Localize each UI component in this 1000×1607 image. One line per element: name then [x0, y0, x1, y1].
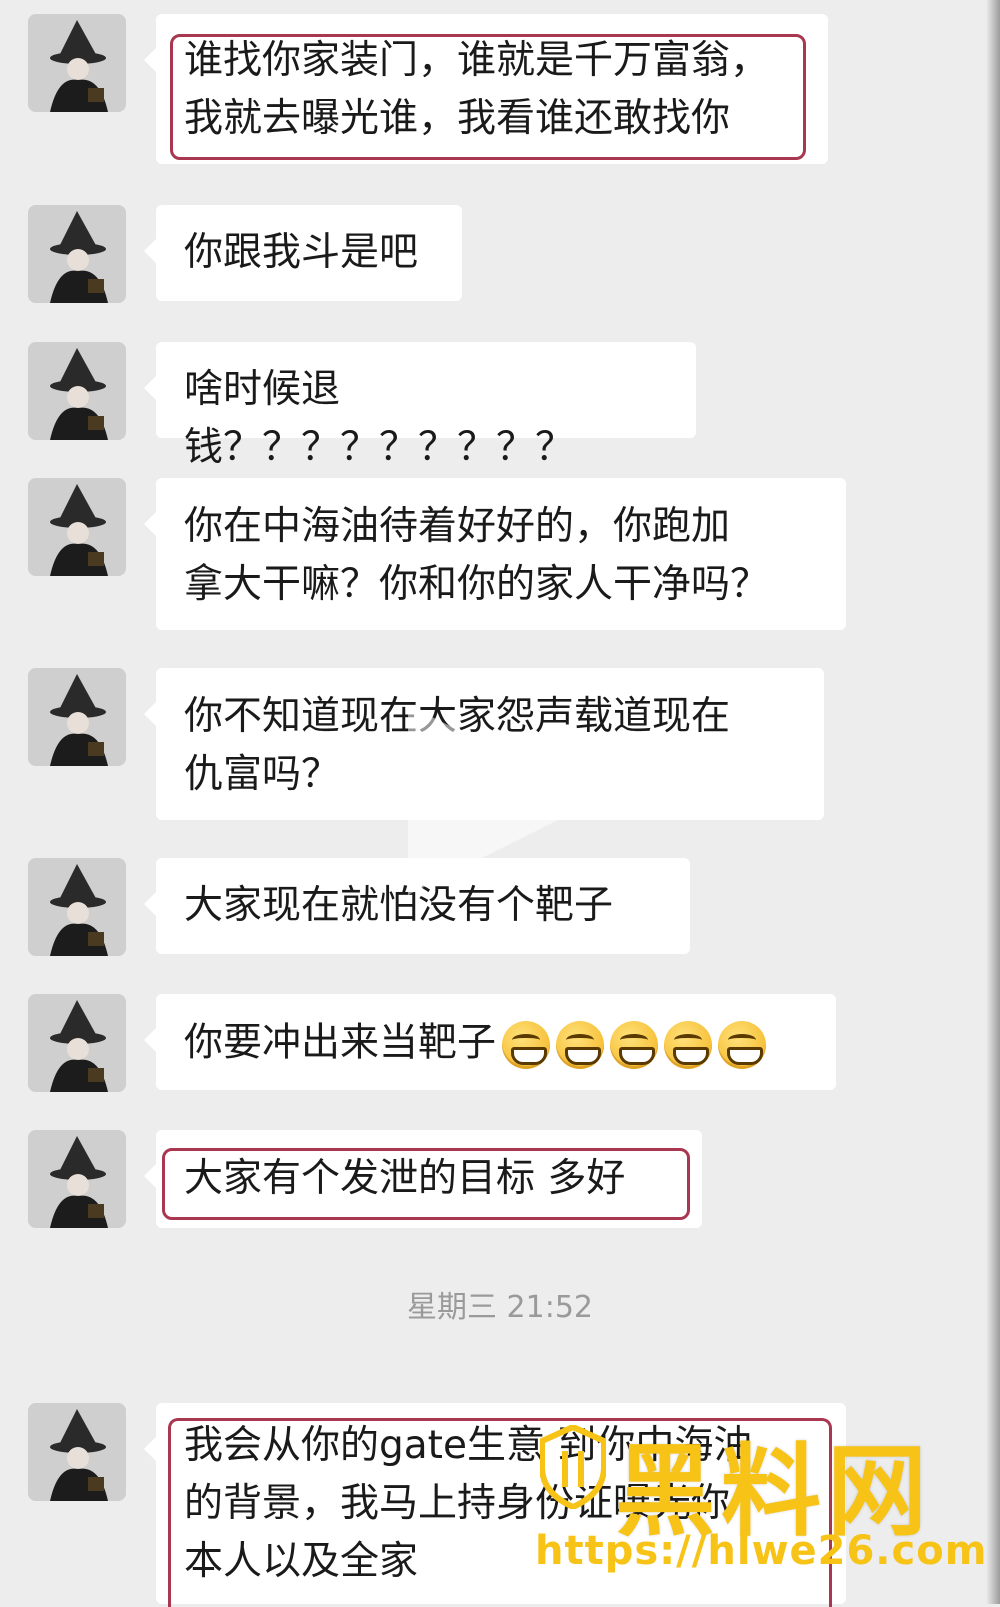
emoji-group: [502, 1015, 772, 1073]
witch-avatar-icon: [28, 1403, 126, 1501]
witch-avatar-icon: [28, 994, 126, 1092]
avatar[interactable]: [28, 858, 126, 956]
message-line: 你要冲出来当靶子: [184, 1020, 497, 1066]
grinning-face-icon: [502, 1021, 551, 1069]
message-bubble[interactable]: 你跟我斗是吧: [144, 205, 462, 301]
message-line: 你在中海油待着好好的，你跑加: [184, 504, 731, 549]
grinning-face-icon: [664, 1021, 713, 1069]
witch-avatar-icon: [28, 342, 126, 440]
edge-shadow: [986, 0, 1000, 1604]
watermark-logo-icon: [540, 1425, 606, 1509]
avatar[interactable]: [28, 342, 126, 440]
message-line: 你跟我斗是吧: [184, 230, 419, 275]
avatar[interactable]: [28, 205, 126, 303]
avatar[interactable]: [28, 1130, 126, 1228]
message-bubble[interactable]: 大家有个发泄的目标 多好: [144, 1130, 702, 1228]
message-line: 谁找你家装门，谁就是千万富翁，: [184, 38, 770, 83]
witch-avatar-icon: [28, 205, 126, 303]
grinning-face-icon: [556, 1021, 605, 1069]
grinning-face-icon: [718, 1021, 767, 1069]
message-bubble[interactable]: 你在中海油待着好好的，你跑加 拿大干嘛？你和你的家人干净吗？: [144, 478, 846, 630]
message-line: 啥时候退钱？？？？？？？？？: [184, 367, 575, 470]
message-bubble[interactable]: 你要冲出来当靶子: [144, 994, 836, 1090]
witch-avatar-icon: [28, 1130, 126, 1228]
avatar[interactable]: [28, 994, 126, 1092]
witch-avatar-icon: [28, 858, 126, 956]
avatar[interactable]: [28, 14, 126, 112]
play-icon[interactable]: [408, 705, 598, 895]
message-line: 大家有个发泄的目标 多好: [184, 1156, 626, 1201]
witch-avatar-icon: [28, 14, 126, 112]
timestamp: 星期三 21:52: [407, 1290, 593, 1325]
avatar[interactable]: [28, 1403, 126, 1501]
witch-avatar-icon: [28, 478, 126, 576]
grinning-face-icon: [610, 1021, 659, 1069]
avatar[interactable]: [28, 478, 126, 576]
watermark-url: https://hlwe26.com: [535, 1528, 988, 1574]
message-line: 拿大干嘛？你和你的家人干净吗？: [184, 562, 770, 607]
witch-avatar-icon: [28, 668, 126, 766]
avatar[interactable]: [28, 668, 126, 766]
message-bubble[interactable]: 啥时候退钱？？？？？？？？？: [144, 342, 696, 470]
message-line: 我就去曝光谁，我看谁还敢找你: [184, 96, 731, 141]
message-bubble[interactable]: 谁找你家装门，谁就是千万富翁， 我就去曝光谁，我看谁还敢找你: [144, 14, 828, 164]
